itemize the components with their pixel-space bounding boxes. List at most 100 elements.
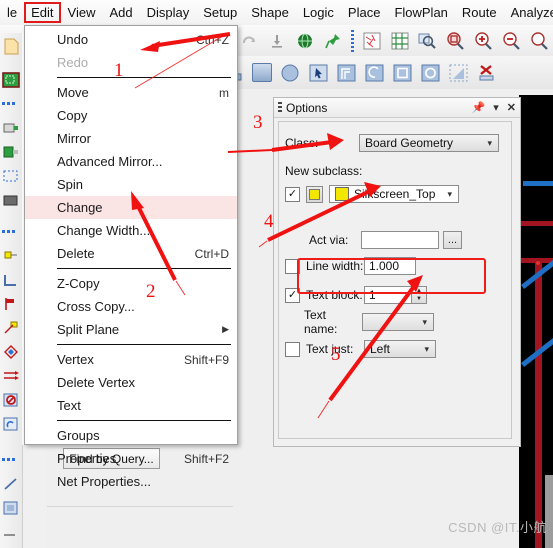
bottom-icon[interactable]	[1, 521, 21, 543]
menu-item-properties[interactable]: Properties Shift+F2	[25, 447, 237, 470]
chevron-down-icon: ▾	[487, 137, 492, 148]
menu-item-change-width[interactable]: Change Width...	[25, 219, 237, 242]
board-green-icon[interactable]	[1, 69, 21, 91]
stop-icon[interactable]	[1, 389, 21, 411]
menu-item-accel: Ctrl+Z	[196, 32, 229, 47]
chevron-down-icon[interactable]: ▾	[493, 101, 499, 114]
shape-square-outline-icon[interactable]	[389, 60, 415, 86]
dots-icon[interactable]	[1, 221, 21, 243]
text-block-stepper[interactable]: ▲ ▼	[412, 286, 427, 304]
page-icon[interactable]	[1, 35, 21, 57]
blue-square-icon[interactable]	[1, 497, 21, 519]
menu-item-text[interactable]: Text	[25, 394, 237, 417]
options-panel-titlebar: Options 📌 ▾ ✕	[274, 98, 520, 118]
flag-icon[interactable]	[1, 293, 21, 315]
shape-rect-icon[interactable]	[249, 60, 275, 86]
yellow-pin-icon[interactable]	[1, 245, 21, 267]
pcb-canvas[interactable]	[519, 95, 553, 548]
menu-item-split-plane[interactable]: Split Plane ▶	[25, 318, 237, 341]
subclass-color-button[interactable]	[306, 185, 323, 203]
panel-grip-icon[interactable]	[278, 102, 282, 113]
dark-rect-icon[interactable]	[1, 189, 21, 211]
menu-logic[interactable]: Logic	[296, 2, 341, 23]
text-name-select[interactable]: ▾	[362, 313, 434, 331]
menu-place[interactable]: Place	[341, 2, 388, 23]
pin-icon[interactable]: 📌	[472, 101, 486, 114]
grid-view-icon[interactable]	[387, 28, 413, 54]
diamond-icon[interactable]	[1, 341, 21, 363]
class-label: Class:	[285, 136, 319, 150]
menu-item-label: Groups	[57, 428, 100, 443]
menu-item-move[interactable]: Move m	[25, 81, 237, 104]
subclass-checkbox[interactable]: ✓	[285, 186, 300, 202]
zoom-selection-icon[interactable]	[442, 28, 468, 54]
shape-circle-outline-icon[interactable]	[417, 60, 443, 86]
redo-icon[interactable]	[236, 28, 262, 54]
hand-icon[interactable]	[1, 413, 21, 435]
menu-item-advanced-mirror[interactable]: Advanced Mirror...	[25, 150, 237, 173]
line-width-input[interactable]: 1.000	[364, 257, 416, 275]
act-via-browse-button[interactable]: ...	[443, 231, 462, 249]
blue-dots-icon[interactable]	[1, 449, 21, 471]
delete-shape-icon[interactable]	[473, 60, 499, 86]
text-just-select[interactable]: Left ▾	[364, 340, 436, 358]
text-just-checkbox[interactable]	[285, 341, 300, 357]
menu-item-mirror[interactable]: Mirror	[25, 127, 237, 150]
menu-route[interactable]: Route	[455, 2, 504, 23]
pcb-trace-red-vert	[535, 258, 542, 548]
menu-item-vertex[interactable]: Vertex Shift+F9	[25, 348, 237, 371]
menu-item-delete[interactable]: Delete Ctrl+D	[25, 242, 237, 265]
menu-add[interactable]: Add	[102, 2, 139, 23]
close-icon[interactable]: ✕	[507, 101, 516, 114]
menu-display[interactable]: Display	[140, 2, 197, 23]
text-block-input[interactable]: 1	[364, 286, 412, 304]
pin-icon[interactable]	[320, 28, 346, 54]
menu-item-delete-vertex[interactable]: Delete Vertex	[25, 371, 237, 394]
l-bracket-icon[interactable]	[1, 269, 21, 291]
menu-flowplan[interactable]: FlowPlan	[387, 2, 454, 23]
text-block-label: Text block:	[306, 288, 363, 302]
pin-yellow-icon[interactable]	[1, 317, 21, 339]
subclass-select[interactable]: Silkscreen_Top ▾	[329, 185, 459, 203]
zoom-out-icon[interactable]	[498, 28, 524, 54]
menu-analyze[interactable]: Analyze	[504, 2, 553, 23]
menu-item-change[interactable]: Change	[25, 196, 237, 219]
menu-item-undo[interactable]: Undo Ctrl+Z	[25, 28, 237, 51]
menu-item-net-properties[interactable]: Net Properties...	[25, 470, 237, 493]
menu-setup[interactable]: Setup	[196, 2, 244, 23]
menu-file[interactable]: le	[0, 2, 24, 23]
menu-item-cross-copy[interactable]: Cross Copy...	[25, 295, 237, 318]
menu-item-groups[interactable]: Groups	[25, 424, 237, 447]
act-via-input[interactable]	[361, 231, 439, 249]
text-just-value: Left	[370, 342, 391, 356]
component-icon[interactable]	[1, 117, 21, 139]
line-width-label: Line width:	[306, 259, 364, 273]
shape-arc-icon[interactable]	[361, 60, 387, 86]
globe-icon[interactable]	[292, 28, 318, 54]
text-block-checkbox[interactable]: ✓	[285, 287, 300, 303]
class-select[interactable]: Board Geometry ▾	[359, 134, 499, 152]
menu-view[interactable]: View	[61, 2, 103, 23]
menu-item-copy[interactable]: Copy	[25, 104, 237, 127]
shape-circle-icon[interactable]	[277, 60, 303, 86]
select-arrow-icon[interactable]	[305, 60, 331, 86]
board-view-icon[interactable]	[359, 28, 385, 54]
dotted-blue-icon[interactable]	[1, 93, 21, 115]
line-width-checkbox[interactable]	[285, 258, 300, 274]
dotted-rect-icon[interactable]	[1, 165, 21, 187]
menu-edit[interactable]: Edit	[24, 2, 61, 23]
shape-path-icon[interactable]	[333, 60, 359, 86]
menu-item-label: Cross Copy...	[57, 299, 135, 314]
menu-shape[interactable]: Shape	[244, 2, 296, 23]
arrows-icon[interactable]	[1, 365, 21, 387]
download-icon[interactable]	[264, 28, 290, 54]
chevron-down-icon: ▾	[424, 343, 429, 354]
green-block-icon[interactable]	[1, 141, 21, 163]
menu-item-spin[interactable]: Spin	[25, 173, 237, 196]
zoom-in-icon[interactable]	[470, 28, 496, 54]
line-icon[interactable]	[1, 473, 21, 495]
zoom-extra-icon[interactable]	[526, 28, 552, 54]
shape-polygon-icon[interactable]	[445, 60, 471, 86]
menu-item-z-copy[interactable]: Z-Copy	[25, 272, 237, 295]
zoom-fit-icon[interactable]	[415, 28, 441, 54]
